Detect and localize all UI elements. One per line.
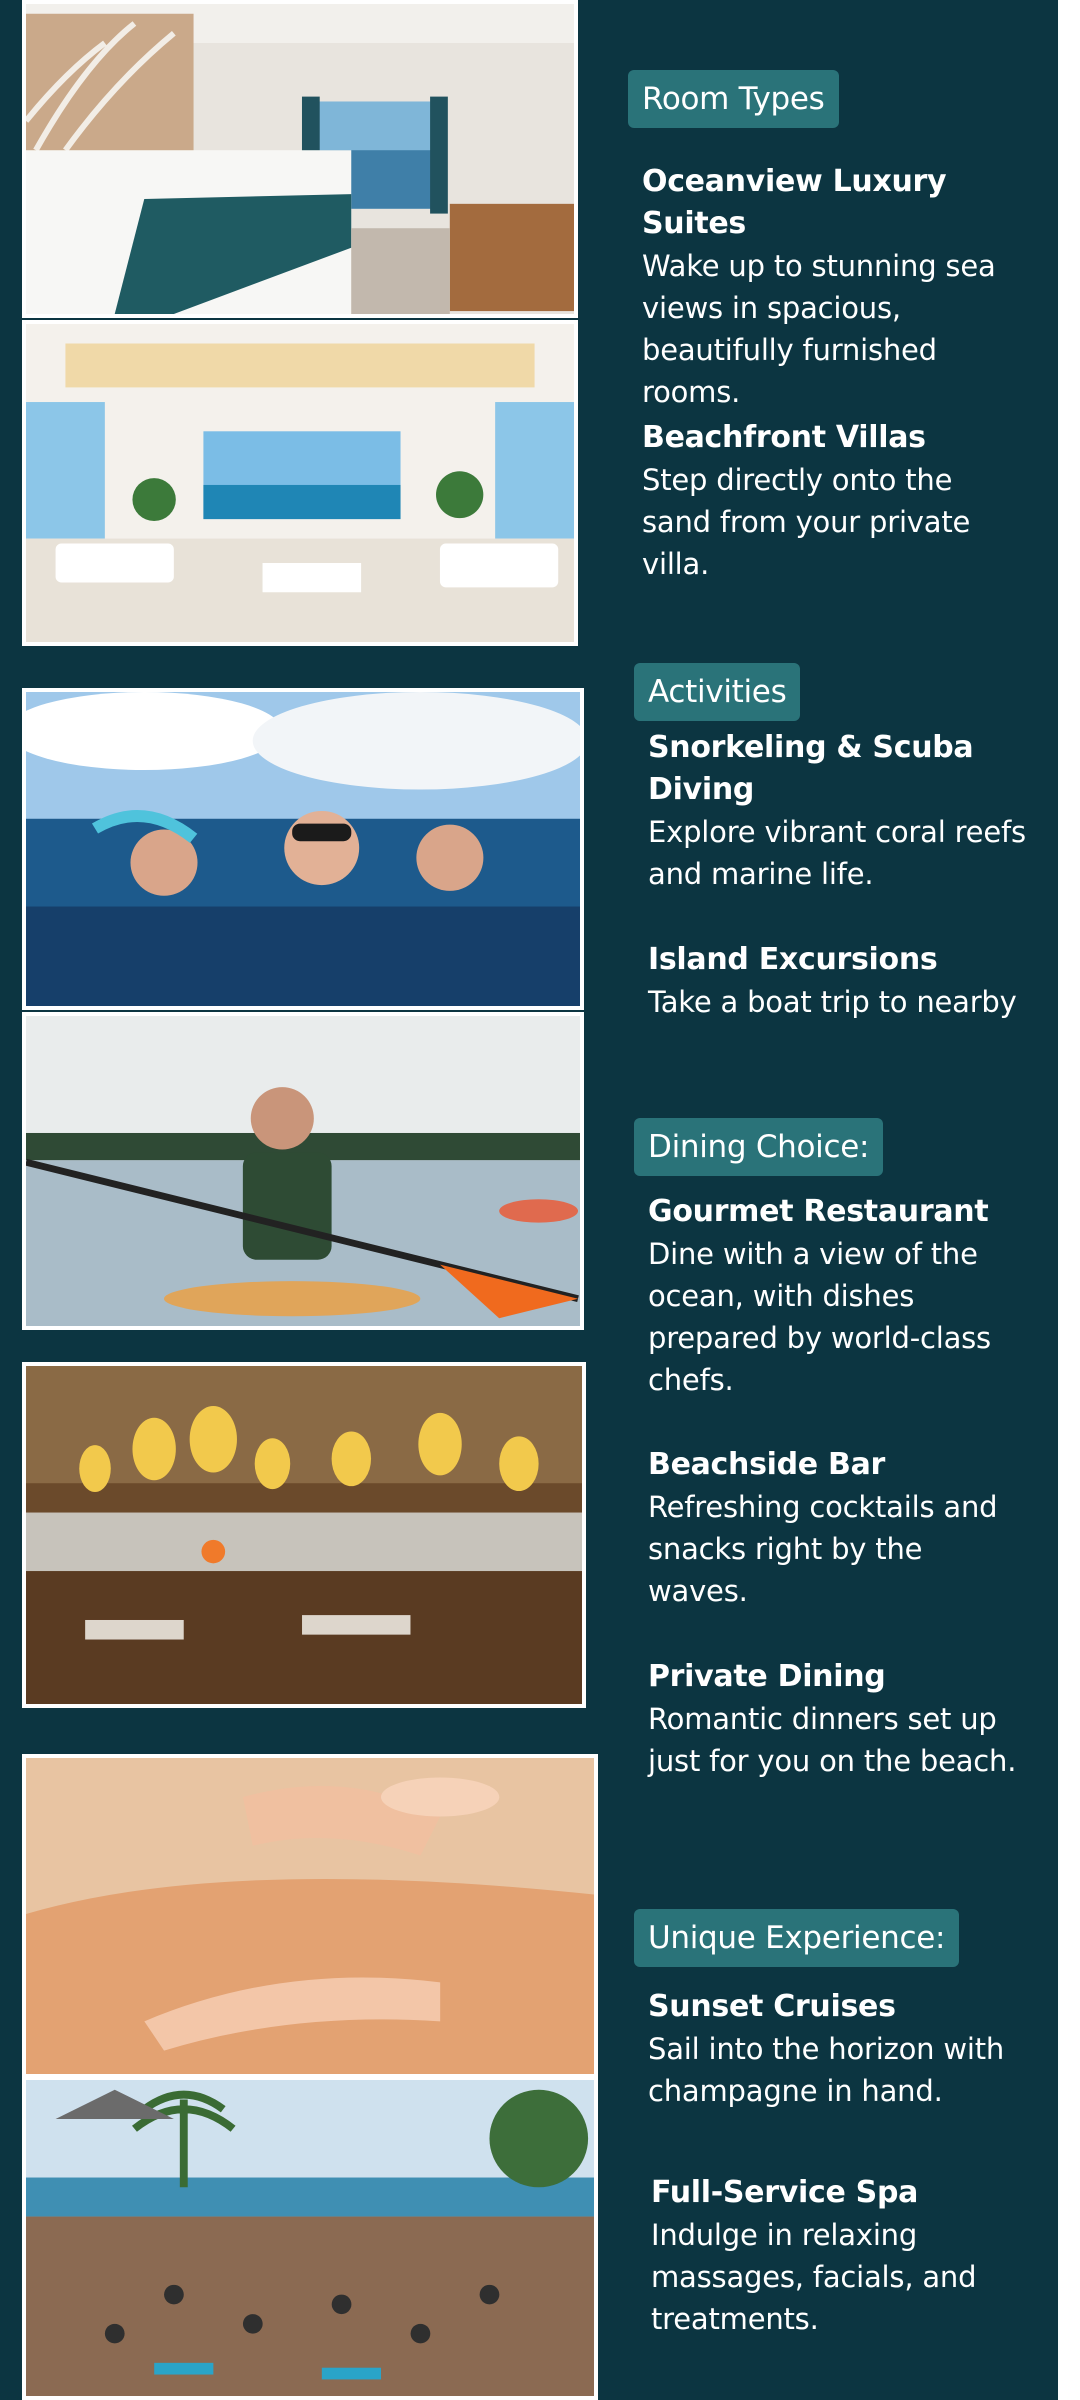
section-heading-dining-choice: Dining Choice: [634,1118,884,1176]
item-description: Step directly onto the sand from your pr… [642,463,971,581]
item-description: Dine with a view of the ocean, with dish… [648,1237,991,1397]
item-title: Beachside Bar [648,1447,886,1482]
item-title: Beachfront Villas [642,420,926,455]
list-item: Full-Service Spa Indulge in relaxing mas… [651,2172,1051,2340]
photo-suite-bedroom [22,0,578,318]
item-title: Snorkeling & Scuba Diving [648,730,974,807]
item-title: Gourmet Restaurant [648,1194,989,1229]
item-description: Sail into the horizon with champagne in … [648,2032,1005,2108]
photo-beach-restaurant [22,1362,586,1708]
list-item: Snorkeling & Scuba Diving Explore vibran… [648,727,1028,895]
photo-villa-living-room [22,320,578,646]
list-item: Beachfront Villas Step directly onto the… [642,417,1022,585]
list-item: Gourmet Restaurant Dine with a view of t… [648,1191,1028,1401]
photo-beach-yoga [22,2076,598,2400]
item-title: Oceanview Luxury Suites [642,164,947,241]
photo-spa-massage [22,1754,598,2078]
item-title: Full-Service Spa [651,2175,919,2210]
list-item: Oceanview Luxury Suites Wake up to stunn… [642,161,1022,413]
item-title: Island Excursions [648,942,938,977]
item-description: Wake up to stunning sea views in spaciou… [642,249,996,409]
item-title: Private Dining [648,1659,886,1694]
item-description: Refreshing cocktails and snacks right by… [648,1490,998,1608]
list-item: Private Dining Romantic dinners set up j… [648,1656,1028,1782]
list-item: Beachside Bar Refreshing cocktails and s… [648,1444,1028,1612]
list-item: Sunset Cruises Sail into the horizon wit… [648,1986,1028,2112]
item-description: Explore vibrant coral reefs and marine l… [648,815,1026,891]
photo-kayaking [22,1012,584,1330]
section-heading-unique-experience: Unique Experience: [634,1909,960,1967]
item-title: Sunset Cruises [648,1989,896,2024]
item-description: Take a boat trip to nearby [648,985,1017,1019]
left-edge-strip [0,0,22,2400]
section-heading-activities: Activities [634,663,801,721]
section-heading-room-types: Room Types [628,70,839,128]
list-item: Island Excursions Take a boat trip to ne… [648,939,1028,1023]
item-description: Romantic dinners set up just for you on … [648,1702,1017,1778]
item-description: Indulge in relaxing massages, facials, a… [651,2218,977,2336]
photo-snorkeling [22,688,584,1010]
